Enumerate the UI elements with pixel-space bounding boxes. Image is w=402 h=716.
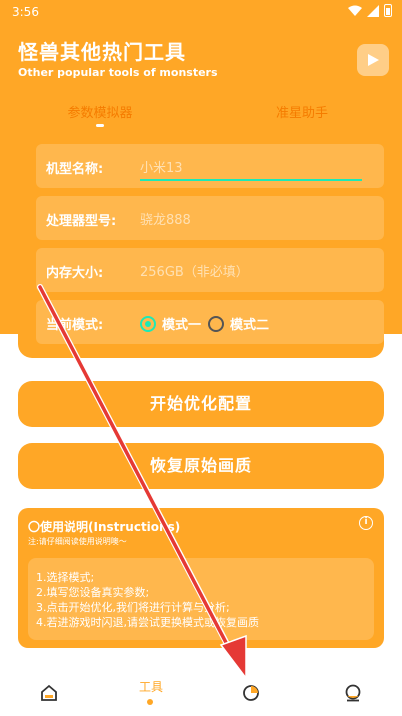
instructions-note: 注:请仔细阅读使用说明噢～ bbox=[28, 537, 127, 546]
chart-icon[interactable] bbox=[242, 684, 260, 702]
start-optimize-button[interactable]: 开始优化配置 bbox=[18, 381, 384, 427]
memory-label: 内存大小: bbox=[46, 266, 104, 281]
mode-one-label: 模式一 bbox=[162, 318, 202, 333]
status-bar: 3:56 bbox=[0, 0, 402, 24]
instructions-card: 〇使用说明(Instructions) 注:请仔细阅读使用说明噢～ i 1.选择… bbox=[18, 508, 384, 648]
model-input[interactable]: 小米13 bbox=[140, 157, 183, 176]
nav-tools-label[interactable]: 工具 bbox=[137, 678, 165, 695]
instructions-title: 〇使用说明(Instructions) bbox=[28, 520, 181, 534]
nav-active-dot bbox=[147, 699, 153, 705]
battery-icon bbox=[384, 4, 392, 17]
model-field[interactable]: 机型名称: 小米13 bbox=[36, 144, 384, 188]
instruction-step: 2.填写您设备真实参数; bbox=[36, 586, 150, 599]
radio-checked-icon bbox=[140, 315, 156, 332]
play-button[interactable] bbox=[357, 44, 389, 76]
memory-field[interactable]: 内存大小: 256GB（非必填） bbox=[36, 248, 384, 292]
mode-label: 当前模式: bbox=[46, 318, 104, 333]
play-icon bbox=[368, 54, 379, 66]
page-title: 怪兽其他热门工具 bbox=[18, 40, 186, 64]
tab-parameter-simulator[interactable]: 参数模拟器 bbox=[30, 102, 170, 121]
tab-crosshair-assistant[interactable]: 准星助手 bbox=[232, 102, 372, 121]
active-tab-indicator bbox=[96, 124, 104, 127]
radio-unchecked-icon bbox=[208, 315, 224, 332]
model-input-underline bbox=[140, 179, 362, 181]
instruction-step: 4.若进游戏时闪退,请尝试更换模式或恢复画质 bbox=[36, 616, 259, 629]
bottom-nav: 工具 bbox=[0, 664, 402, 716]
processor-field[interactable]: 处理器型号: 骁龙888 bbox=[36, 196, 384, 240]
model-label: 机型名称: bbox=[46, 162, 104, 177]
wifi-icon bbox=[348, 5, 362, 16]
mode-one-radio[interactable]: 模式一 bbox=[140, 314, 201, 333]
status-time: 3:56 bbox=[12, 5, 39, 19]
profile-icon[interactable] bbox=[344, 684, 362, 702]
mode-field: 当前模式: 模式一 模式二 bbox=[36, 300, 384, 344]
page-subtitle: Other popular tools of monsters bbox=[18, 66, 218, 79]
tab-bar: 参数模拟器 准星助手 bbox=[0, 102, 402, 130]
instruction-step: 1.选择模式; bbox=[36, 571, 95, 584]
home-icon[interactable] bbox=[40, 684, 58, 702]
memory-input[interactable]: 256GB（非必填） bbox=[140, 261, 249, 280]
restore-quality-button[interactable]: 恢复原始画质 bbox=[18, 443, 384, 489]
signal-icon bbox=[367, 4, 379, 17]
processor-label: 处理器型号: bbox=[46, 214, 117, 229]
parameter-form: 机型名称: 小米13 处理器型号: 骁龙888 内存大小: 256GB（非必填）… bbox=[18, 130, 384, 358]
instruction-step: 3.点击开始优化,我们将进行计算与分析; bbox=[36, 601, 230, 614]
info-icon[interactable]: i bbox=[359, 516, 373, 530]
instructions-steps: 1.选择模式; 2.填写您设备真实参数; 3.点击开始优化,我们将进行计算与分析… bbox=[28, 558, 374, 640]
mode-two-radio[interactable]: 模式二 bbox=[208, 314, 269, 333]
processor-input[interactable]: 骁龙888 bbox=[140, 209, 191, 228]
mode-two-label: 模式二 bbox=[230, 318, 270, 333]
